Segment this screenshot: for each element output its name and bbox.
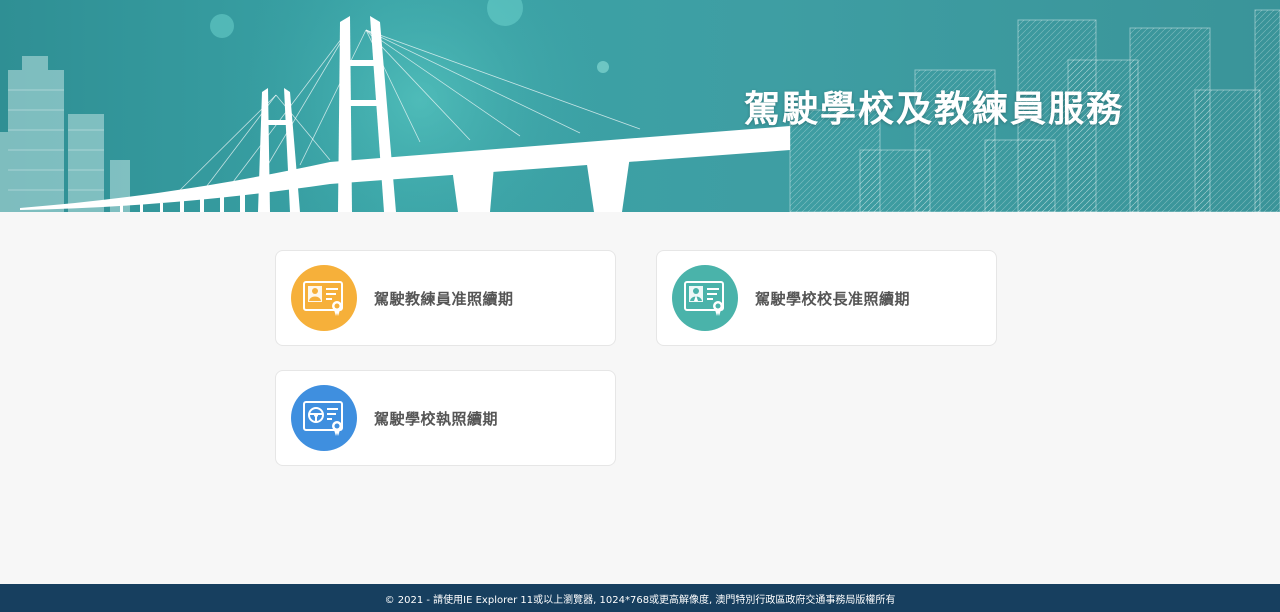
service-card-label: 駕駛學校執照續期 (374, 409, 499, 428)
service-card-principal-license-renewal[interactable]: 駕駛學校校長准照續期 (656, 250, 997, 346)
school-license-icon (291, 385, 357, 451)
service-card-label: 駕駛教練員准照續期 (374, 289, 514, 308)
footer-copyright: © 2021 - 請使用IE Explorer 11或以上瀏覽器, 1024*7… (384, 594, 896, 606)
principal-license-icon (672, 265, 738, 331)
service-card-label: 駕駛學校校長准照續期 (755, 289, 911, 308)
service-card-school-license-renewal[interactable]: 駕駛學校執照續期 (275, 370, 616, 466)
page-title: 駕駛學校及教練員服務 (743, 89, 1124, 130)
hero-banner: 駕駛學校及教練員服務 (0, 0, 1280, 212)
instructor-license-icon (291, 265, 357, 331)
footer: © 2021 - 請使用IE Explorer 11或以上瀏覽器, 1024*7… (0, 584, 1280, 612)
service-card-instructor-license-renewal[interactable]: 駕駛教練員准照續期 (275, 250, 616, 346)
